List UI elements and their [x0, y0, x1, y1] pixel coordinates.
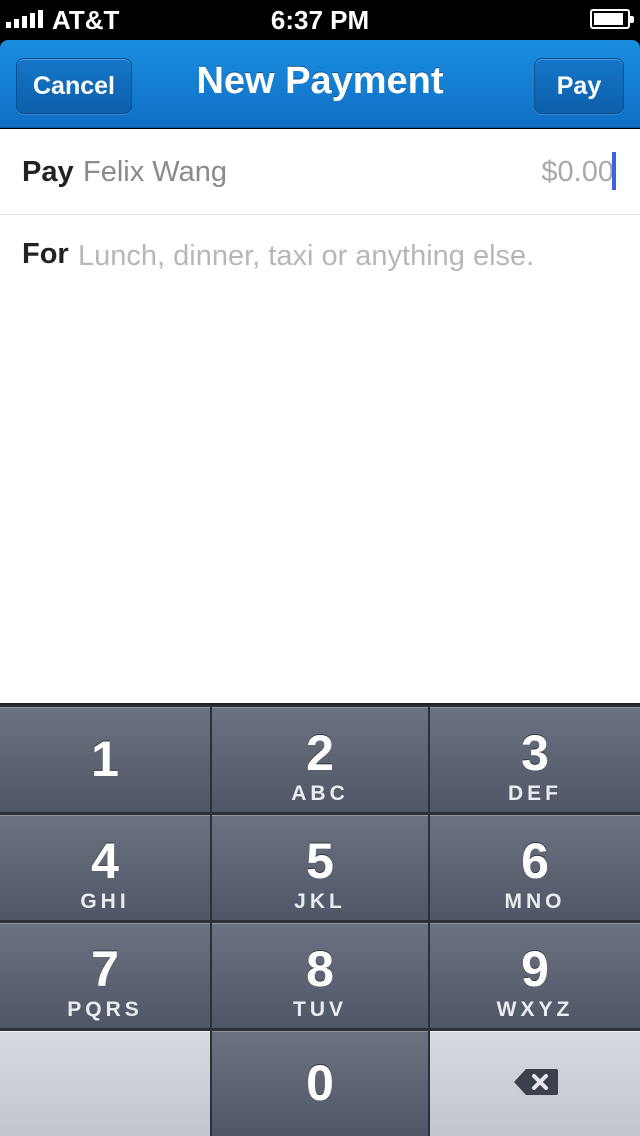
key-3[interactable]: 3 DEF	[430, 707, 640, 812]
key-6[interactable]: 6 MNO	[430, 815, 640, 920]
key-digit: 3	[521, 725, 549, 781]
key-2[interactable]: 2 ABC	[212, 707, 428, 812]
payee-name[interactable]: Felix Wang	[83, 156, 227, 189]
navigation-bar: Cancel New Payment Pay	[0, 40, 640, 128]
battery-fill	[594, 13, 623, 25]
key-8[interactable]: 8 TUV	[212, 923, 428, 1028]
key-digit: 9	[521, 941, 549, 997]
key-5[interactable]: 5 JKL	[212, 815, 428, 920]
battery-icon	[590, 9, 634, 29]
key-digit: 5	[306, 833, 334, 889]
key-letters: WXYZ	[496, 998, 574, 1021]
payment-form: Pay Felix Wang $0.00 For	[0, 129, 640, 703]
amount-field[interactable]: $0.00	[541, 156, 614, 189]
key-digit: 1	[91, 731, 119, 787]
key-9[interactable]: 9 WXYZ	[430, 923, 640, 1028]
payee-row[interactable]: Pay Felix Wang $0.00	[0, 129, 640, 215]
description-input[interactable]	[78, 234, 618, 278]
key-letters: PQRS	[67, 998, 143, 1021]
delete-button[interactable]	[430, 1031, 640, 1136]
backspace-icon	[514, 1069, 558, 1095]
key-letters: MNO	[504, 890, 566, 913]
pay-button[interactable]: Pay	[534, 58, 624, 114]
status-time: 6:37 PM	[270, 5, 370, 35]
numeric-keypad: 1 2 ABC 3 DEF 4 GHI 5 JKL 6 MNO 7 PQRS 8…	[0, 703, 640, 1136]
key-0[interactable]: 0	[212, 1031, 428, 1136]
key-4[interactable]: 4 GHI	[0, 815, 210, 920]
key-letters: JKL	[294, 890, 346, 913]
key-letters: DEF	[508, 782, 562, 805]
key-letters: ABC	[291, 782, 349, 805]
pay-label: Pay	[22, 156, 74, 188]
key-digit: 7	[91, 941, 119, 997]
key-digit: 8	[306, 941, 334, 997]
key-1[interactable]: 1	[0, 707, 210, 812]
text-cursor	[612, 152, 616, 190]
key-blank	[0, 1031, 210, 1136]
key-digit: 2	[306, 725, 334, 781]
key-letters: GHI	[80, 890, 130, 913]
key-letters: TUV	[293, 998, 347, 1021]
description-row[interactable]: For	[0, 215, 640, 301]
key-digit: 0	[306, 1055, 334, 1111]
status-bar: AT&T 6:37 PM	[0, 0, 640, 40]
key-7[interactable]: 7 PQRS	[0, 923, 210, 1028]
key-digit: 6	[521, 833, 549, 889]
key-digit: 4	[91, 833, 119, 889]
for-label: For	[22, 238, 69, 270]
